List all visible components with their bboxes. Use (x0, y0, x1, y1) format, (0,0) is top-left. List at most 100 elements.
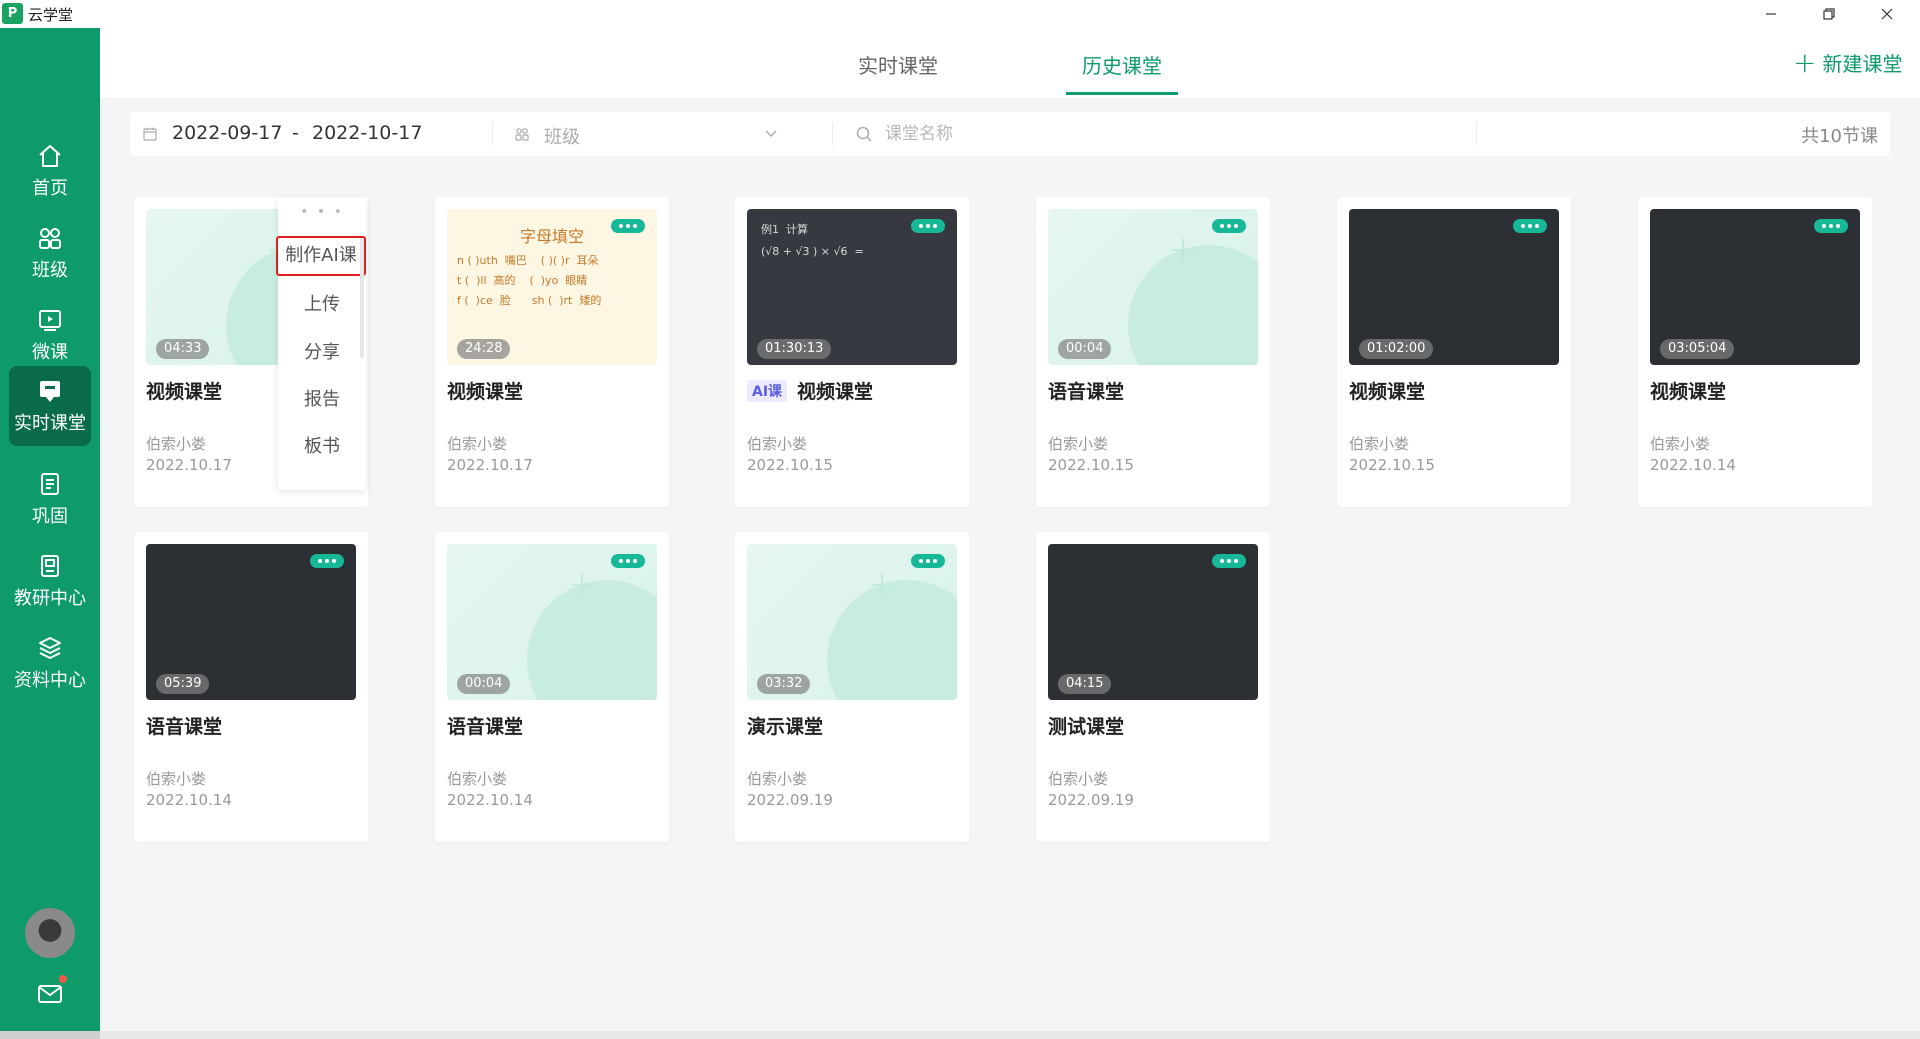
avatar[interactable] (25, 908, 75, 958)
menu-item-report[interactable]: 报告 (278, 385, 366, 411)
search-icon (856, 126, 872, 142)
lesson-card[interactable]: 01:02:00 视频课堂 伯索小娄 2022.10.15 (1337, 197, 1571, 507)
menu-item-upload[interactable]: 上传 (278, 290, 366, 316)
lesson-title-text: 语音课堂 (1048, 381, 1125, 403)
tab-history-classroom[interactable]: 历史课堂 (1082, 50, 1162, 79)
duration-badge: 01:02:00 (1359, 339, 1434, 359)
resource-center-icon (39, 637, 61, 659)
restore-button[interactable] (1800, 0, 1858, 28)
sidebar-item-class[interactable]: 班级 (9, 214, 91, 292)
menu-item-share[interactable]: 分享 (278, 338, 366, 364)
sidebar-item-resource-center[interactable]: 资料中心 (9, 624, 91, 702)
class-select[interactable]: 班级 (544, 123, 580, 149)
filter-bar: 2022-09-17 - 2022-10-17 班级 共10节课 (130, 112, 1890, 156)
sidebar-item-label: 首页 (32, 178, 68, 199)
thumb-text: n ( )uth 嘴巴 ( )( )r 耳朵 t ( )ll 高的 ( )yo … (457, 254, 602, 307)
lesson-thumbnail[interactable]: 05:39 (146, 544, 356, 700)
duration-badge: 00:04 (457, 674, 511, 694)
search-input[interactable] (885, 121, 1285, 147)
lesson-author: 伯索小娄 (747, 435, 808, 453)
lesson-title-text: 视频课堂 (1349, 381, 1426, 403)
lesson-title: 视频课堂 (447, 377, 523, 404)
lesson-title: 语音课堂 (1048, 377, 1124, 404)
lesson-title-text: 测试课堂 (1048, 716, 1125, 738)
date-end-field[interactable]: 2022-10-17 (312, 122, 422, 144)
chevron-down-icon[interactable] (762, 124, 780, 142)
lesson-title: 视频课堂 (1650, 377, 1726, 404)
sidebar-item-home[interactable]: 首页 (9, 132, 91, 210)
lesson-title: 语音课堂 (146, 712, 222, 739)
more-options-button[interactable] (310, 554, 344, 568)
lesson-card[interactable]: 字母填空 n ( )uth 嘴巴 ( )( )r 耳朵 t ( )ll 高的 ( … (435, 197, 669, 507)
lesson-thumbnail[interactable]: 例1 计算 (√8 + √3 ) × √6 = 01:30:13 (747, 209, 957, 365)
more-options-button[interactable] (611, 554, 645, 568)
lesson-title: 演示课堂 (747, 712, 823, 739)
home-icon (39, 145, 61, 167)
lesson-card[interactable]: 05:39 语音课堂 伯索小娄 2022.10.14 (134, 532, 368, 842)
lesson-card[interactable]: 例1 计算 (√8 + √3 ) × √6 = 01:30:13 AI课 视频课堂伯索… (735, 197, 969, 507)
lesson-thumbnail[interactable]: 01:02:00 (1349, 209, 1559, 365)
lesson-title: 视频课堂 (146, 377, 222, 404)
sidebar-item-micro-lesson[interactable]: 微课 (9, 296, 91, 374)
duration-badge: 05:39 (156, 674, 210, 694)
sidebar-item-research-center[interactable]: 教研中心 (9, 542, 91, 620)
sidebar-item-live-classroom[interactable]: 实时课堂 (9, 366, 91, 446)
menu-item-make-ai-lesson[interactable]: 制作AI课 (276, 236, 366, 276)
lesson-date: 2022.10.14 (146, 791, 232, 809)
more-options-button[interactable] (611, 219, 645, 233)
minimize-button[interactable] (1742, 0, 1800, 28)
consolidate-icon (41, 473, 59, 495)
lesson-thumbnail[interactable]: 00:04 (1048, 209, 1258, 365)
close-icon (1881, 8, 1893, 20)
lesson-title-text: 语音课堂 (146, 716, 223, 738)
lesson-title: AI课 视频课堂 (747, 377, 873, 404)
lesson-author: 伯索小娄 (1048, 770, 1109, 788)
lesson-author: 伯索小娄 (1650, 435, 1711, 453)
lesson-author: 伯索小娄 (447, 770, 508, 788)
app-title: 云学堂 (28, 6, 74, 24)
ai-lesson-badge: AI课 (747, 379, 788, 402)
restore-icon (1823, 8, 1835, 20)
lesson-title-text: 视频课堂 (146, 381, 223, 403)
date-start-field[interactable]: 2022-09-17 (172, 122, 282, 144)
lesson-card[interactable]: 03:05:04 视频课堂 伯索小娄 2022.10.14 (1638, 197, 1872, 507)
more-options-button[interactable] (1814, 219, 1848, 233)
lesson-count: 共10节课 (1801, 126, 1878, 147)
class-group-icon (39, 228, 61, 249)
divider (832, 122, 833, 146)
lesson-thumbnail[interactable]: 字母填空 n ( )uth 嘴巴 ( )( )r 耳朵 t ( )ll 高的 ( … (447, 209, 657, 365)
more-options-button[interactable] (1212, 554, 1246, 568)
lesson-thumbnail[interactable]: 04:15 (1048, 544, 1258, 700)
mail-icon[interactable] (36, 980, 64, 1008)
divider (492, 122, 493, 146)
top-bar: 实时课堂 历史课堂 + 新建课堂 (100, 28, 1920, 98)
lesson-author: 伯索小娄 (747, 770, 808, 788)
sidebar-item-consolidate[interactable]: 巩固 (9, 460, 91, 538)
lesson-title: 测试课堂 (1048, 712, 1124, 739)
close-button[interactable] (1858, 0, 1916, 28)
thumb-text: 例1 计算 (√8 + √3 ) × √6 = (761, 223, 864, 258)
micro-lesson-icon (39, 310, 61, 331)
more-options-button[interactable] (1513, 219, 1547, 233)
lesson-thumbnail[interactable]: 03:05:04 (1650, 209, 1860, 365)
sidebar-item-label: 教研中心 (14, 588, 86, 609)
menu-item-blackboard[interactable]: 板书 (278, 432, 366, 458)
more-options-button[interactable] (911, 554, 945, 568)
lesson-card[interactable]: 00:04 语音课堂伯索小娄 2022.10.15 (1036, 197, 1270, 507)
lesson-author: 伯索小娄 (1349, 435, 1410, 453)
lesson-card[interactable]: 03:32 演示课堂伯索小娄 2022.09.19 (735, 532, 969, 842)
lesson-card[interactable]: 00:04 语音课堂伯索小娄 2022.10.14 (435, 532, 669, 842)
tab-live-classroom[interactable]: 实时课堂 (858, 50, 938, 79)
more-options-button[interactable] (911, 219, 945, 233)
title-bar: P 云学堂 (0, 0, 1920, 28)
sidebar-item-label: 资料中心 (14, 670, 86, 691)
lesson-thumbnail[interactable]: 00:04 (447, 544, 657, 700)
lesson-thumbnail[interactable]: 03:32 (747, 544, 957, 700)
lesson-title: 语音课堂 (447, 712, 523, 739)
more-options-button[interactable] (1212, 219, 1246, 233)
lesson-card[interactable]: 04:15 测试课堂 伯索小娄 2022.09.19 (1036, 532, 1270, 842)
lesson-author: 伯索小娄 (1048, 435, 1109, 453)
new-class-button[interactable]: + 新建课堂 (1793, 48, 1902, 77)
sidebar: 首页 班级 微课 实时课堂 巩固 教研中心 资料中心 (0, 28, 100, 1031)
menu-scrollbar[interactable] (360, 238, 364, 358)
